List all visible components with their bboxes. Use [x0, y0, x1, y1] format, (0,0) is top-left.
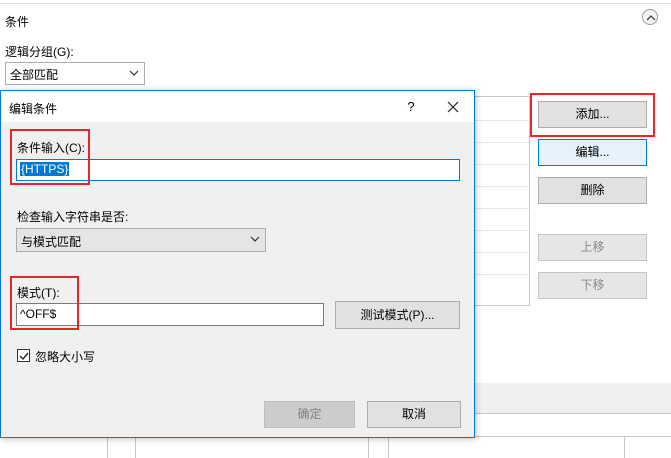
- highlight-pattern: [10, 276, 79, 330]
- list-row-divider: [475, 186, 529, 187]
- close-button[interactable]: [441, 96, 465, 118]
- help-button[interactable]: ?: [401, 97, 421, 117]
- list-row-divider: [475, 164, 529, 165]
- cancel-button[interactable]: 取消: [367, 401, 461, 428]
- check-input-label: 检查输入字符串是否:: [17, 210, 129, 224]
- dialog-titlebar: 编辑条件 ?: [1, 91, 474, 122]
- column-separator: [135, 436, 136, 458]
- logical-grouping-label: 逻辑分组(G):: [5, 45, 74, 59]
- close-icon: [447, 101, 459, 113]
- bottom-band: [475, 383, 671, 413]
- move-up-button[interactable]: 上移: [538, 234, 647, 261]
- list-row-divider: [475, 142, 529, 143]
- chevron-down-icon: [129, 70, 139, 76]
- logical-grouping-value: 全部匹配: [10, 68, 59, 82]
- list-row-divider: [475, 120, 529, 121]
- chevron-down-icon: [250, 236, 260, 242]
- list-row-divider: [475, 230, 529, 231]
- top-divider: [0, 3, 671, 4]
- chevron-up-icon: [646, 15, 656, 21]
- logical-grouping-select[interactable]: 全部匹配: [5, 62, 145, 85]
- list-row-divider: [475, 274, 529, 275]
- checkmark-icon: [19, 352, 29, 361]
- highlight-add-button: [530, 93, 655, 137]
- check-input-value: 与模式匹配: [21, 235, 82, 249]
- test-pattern-button[interactable]: 测试模式(P)...: [335, 301, 460, 329]
- ignore-case-label[interactable]: 忽略大小写: [35, 348, 95, 365]
- column-separator: [388, 436, 389, 458]
- ignore-case-checkbox[interactable]: [17, 349, 30, 362]
- ok-button[interactable]: 确定: [264, 401, 355, 428]
- dialog-title: 编辑条件: [9, 102, 58, 116]
- section-title: 条件: [5, 15, 30, 29]
- check-input-select[interactable]: 与模式匹配: [16, 228, 266, 252]
- highlight-condition-input: [10, 129, 90, 185]
- column-separator: [624, 436, 625, 458]
- edit-button[interactable]: 编辑...: [538, 139, 647, 166]
- move-down-button[interactable]: 下移: [538, 272, 647, 299]
- list-row-divider: [475, 208, 529, 209]
- collapse-button[interactable]: [642, 9, 658, 25]
- conditions-list[interactable]: [475, 96, 530, 306]
- column-separator: [368, 436, 369, 458]
- list-row-divider: [475, 252, 529, 253]
- remove-button[interactable]: 删除: [538, 177, 647, 204]
- column-separator: [107, 436, 108, 458]
